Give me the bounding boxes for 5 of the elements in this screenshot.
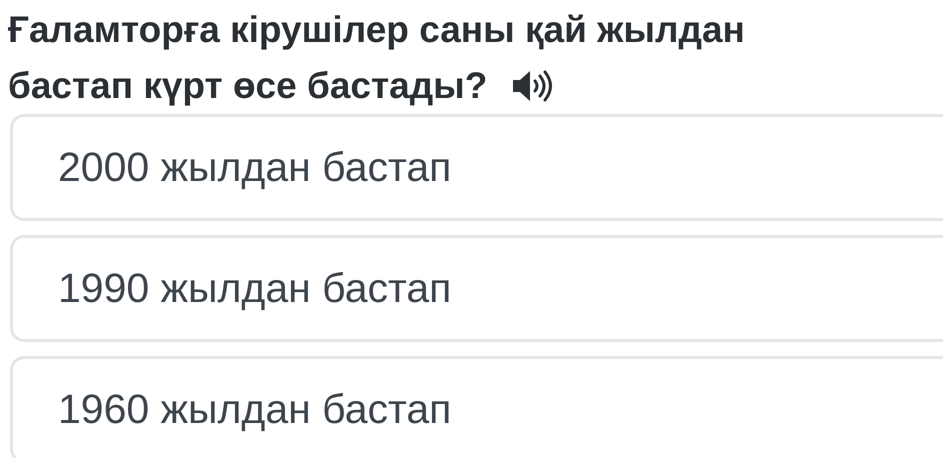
- question-text: Ғаламторға кірушілер саны қай жылдан: [8, 8, 745, 52]
- answer-option[interactable]: 1990 жылдан бастап: [10, 235, 943, 342]
- question-text: бастап күрт өсе бастады?: [8, 64, 488, 108]
- answer-option[interactable]: 2000 жылдан бастап: [10, 114, 943, 221]
- answer-option[interactable]: 1960 жылдан бастап: [10, 356, 943, 458]
